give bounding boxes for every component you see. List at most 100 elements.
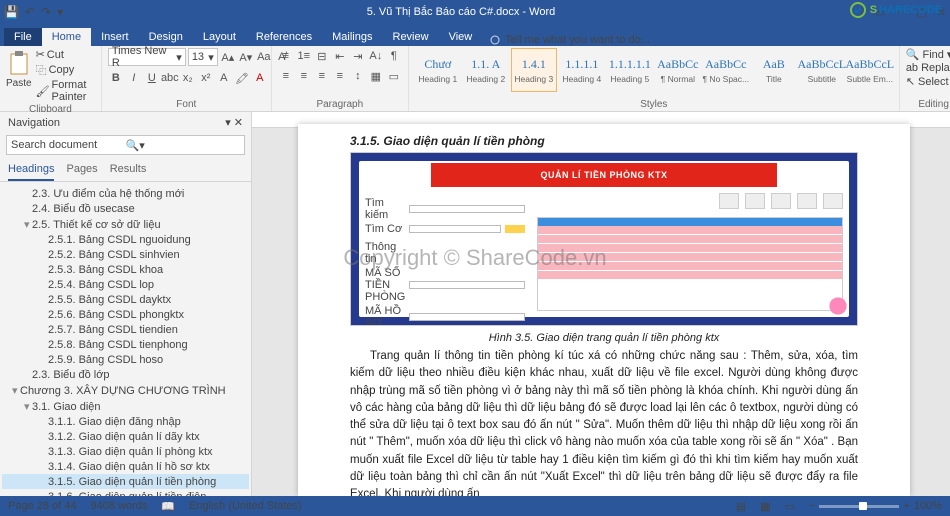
web-layout-icon[interactable]: ▭ <box>785 500 795 513</box>
tab-references[interactable]: References <box>246 28 322 46</box>
tab-file[interactable]: File <box>4 28 42 46</box>
highlight-icon[interactable]: 🖍 <box>234 70 250 86</box>
strike-icon[interactable]: abc <box>162 70 178 86</box>
nav-tree[interactable]: 2.3. Ưu điểm của hệ thống mới2.4. Biểu đ… <box>0 182 251 496</box>
underline-icon[interactable]: U <box>144 70 160 86</box>
nav-item[interactable]: 3.1.3. Giao diện quản lí phòng ktx <box>2 444 249 459</box>
zoom-slider[interactable]: − + 100% <box>809 500 942 512</box>
zoom-out-icon[interactable]: − <box>809 500 815 512</box>
nav-item[interactable]: 3.1.2. Giao diện quản lí dãy ktx <box>2 429 249 444</box>
style-subtitle[interactable]: AaBbCcLSubtitle <box>799 48 845 92</box>
dec-indent-icon[interactable]: ⇤ <box>332 48 348 64</box>
borders-icon[interactable]: ▭ <box>386 68 402 84</box>
print-layout-icon[interactable]: ▦ <box>760 500 770 513</box>
nav-item[interactable]: 2.5.3. Bảng CSDL khoa <box>2 262 249 277</box>
page-indicator[interactable]: Page 28 of 44 <box>8 500 77 512</box>
font-name-select[interactable]: Times New R▾ <box>108 48 186 66</box>
style-heading-1[interactable]: ChươHeading 1 <box>415 48 461 92</box>
nav-item[interactable]: 2.3. Ưu điểm của hệ thống mới <box>2 186 249 201</box>
select-button[interactable]: ↖Select▾ <box>906 75 950 88</box>
nav-search-input[interactable]: Search document 🔍▾ <box>6 135 245 155</box>
nav-item[interactable]: 2.5.1. Bảng CSDL nguoidung <box>2 232 249 247</box>
multilevel-icon[interactable]: ⊟ <box>314 48 330 64</box>
nav-tab-pages[interactable]: Pages <box>66 161 97 181</box>
subscript-icon[interactable]: x₂ <box>180 70 196 86</box>
font-size-select[interactable]: 13▾ <box>188 48 218 66</box>
qat-more-icon[interactable]: ▾ <box>57 5 63 19</box>
tab-design[interactable]: Design <box>139 28 193 46</box>
style-heading-2[interactable]: 1.1. AHeading 2 <box>463 48 509 92</box>
italic-icon[interactable]: I <box>126 70 142 86</box>
nav-item[interactable]: 3.1.5. Giao diện quản lí tiền phòng <box>2 474 249 489</box>
shrink-font-icon[interactable]: A▾ <box>238 49 254 65</box>
nav-item[interactable]: 2.5.5. Bảng CSDL dayktx <box>2 292 249 307</box>
nav-item[interactable]: 3.1.6. Giao diện quản lí tiền điện <box>2 489 249 496</box>
style--normal[interactable]: AaBbCc¶ Normal <box>655 48 701 92</box>
zoom-level[interactable]: 100% <box>914 500 942 512</box>
save-icon[interactable]: 💾 <box>4 5 19 19</box>
style-heading-5[interactable]: 1.1.1.1.1Heading 5 <box>607 48 653 92</box>
replace-button[interactable]: abReplace <box>906 62 950 74</box>
read-mode-icon[interactable]: ▤ <box>736 500 746 513</box>
spell-check-icon[interactable]: 📖 <box>161 500 175 513</box>
tab-review[interactable]: Review <box>383 28 439 46</box>
style-heading-3[interactable]: 1.4.1Heading 3 <box>511 48 557 92</box>
nav-item[interactable]: 2.3. Biểu đồ lớp <box>2 367 249 382</box>
find-button[interactable]: 🔍Find▾ <box>906 48 950 61</box>
nav-close-icon[interactable]: ▾ ✕ <box>225 116 243 129</box>
nav-item[interactable]: ▾Chương 3. XÂY DỰNG CHƯƠNG TRÌNH <box>2 382 249 398</box>
inc-indent-icon[interactable]: ⇥ <box>350 48 366 64</box>
style-heading-4[interactable]: 1.1.1.1Heading 4 <box>559 48 605 92</box>
nav-tab-results[interactable]: Results <box>110 161 147 181</box>
page[interactable]: 3.1.5. Giao diện quản lí tiền phòng QUẢN… <box>298 124 910 496</box>
font-color-icon[interactable]: A <box>252 70 268 86</box>
line-spacing-icon[interactable]: ↕ <box>350 68 366 84</box>
tab-layout[interactable]: Layout <box>193 28 246 46</box>
status-bar: Page 28 of 44 9408 words 📖 English (Unit… <box>0 496 950 516</box>
nav-item[interactable]: ▾2.5. Thiết kế cơ sở dữ liệu <box>2 216 249 232</box>
word-count[interactable]: 9408 words <box>91 500 148 512</box>
cut-button[interactable]: ✂Cut <box>36 48 95 61</box>
superscript-icon[interactable]: x² <box>198 70 214 86</box>
zoom-in-icon[interactable]: + <box>903 500 909 512</box>
tell-me[interactable]: Tell me what you want to do... <box>490 34 650 46</box>
nav-item[interactable]: 2.5.6. Bảng CSDL phongktx <box>2 307 249 322</box>
style--no-spac-[interactable]: AaBbCc¶ No Spac... <box>703 48 749 92</box>
tab-mailings[interactable]: Mailings <box>322 28 382 46</box>
sort-icon[interactable]: A↓ <box>368 48 384 64</box>
nav-item[interactable]: 3.1.1. Giao diện đăng nhập <box>2 414 249 429</box>
show-marks-icon[interactable]: ¶ <box>386 48 402 64</box>
align-left-icon[interactable]: ≡ <box>278 68 294 84</box>
nav-item[interactable]: ▾3.1. Giao diện <box>2 398 249 414</box>
tab-home[interactable]: Home <box>42 28 91 46</box>
nav-item[interactable]: 2.5.7. Bảng CSDL tiendien <box>2 322 249 337</box>
paste-button[interactable]: Paste <box>6 48 32 89</box>
style-title[interactable]: AaBTitle <box>751 48 797 92</box>
redo-icon[interactable]: ↷ <box>41 5 51 19</box>
format-painter-button[interactable]: 🖌Format Painter <box>36 79 95 103</box>
nav-item[interactable]: 2.5.9. Bảng CSDL hoso <box>2 352 249 367</box>
change-case-icon[interactable]: Aa <box>256 49 272 65</box>
nav-item[interactable]: 3.1.4. Giao diện quản lí hồ sơ ktx <box>2 459 249 474</box>
nav-item[interactable]: 2.5.4. Bảng CSDL lop <box>2 277 249 292</box>
tab-view[interactable]: View <box>439 28 483 46</box>
nav-item[interactable]: 2.5.2. Bảng CSDL sinhvien <box>2 247 249 262</box>
copy-button[interactable]: ⿻Copy <box>36 62 95 78</box>
align-center-icon[interactable]: ≡ <box>296 68 312 84</box>
shading-icon[interactable]: ▦ <box>368 68 384 84</box>
justify-icon[interactable]: ≡ <box>332 68 348 84</box>
undo-icon[interactable]: ↶ <box>25 5 35 19</box>
styles-gallery[interactable]: ChươHeading 11.1. AHeading 21.4.1Heading… <box>415 48 893 92</box>
tab-insert[interactable]: Insert <box>91 28 139 46</box>
grow-font-icon[interactable]: A▴ <box>220 49 236 65</box>
numbering-icon[interactable]: 1≡ <box>296 48 312 64</box>
align-right-icon[interactable]: ≡ <box>314 68 330 84</box>
nav-tab-headings[interactable]: Headings <box>8 161 54 181</box>
nav-item[interactable]: 2.5.8. Bảng CSDL tienphong <box>2 337 249 352</box>
bullets-icon[interactable]: ≡ <box>278 48 294 64</box>
bold-icon[interactable]: B <box>108 70 124 86</box>
text-effects-icon[interactable]: A <box>216 70 232 86</box>
nav-item[interactable]: 2.4. Biểu đồ usecase <box>2 201 249 216</box>
language-indicator[interactable]: English (United States) <box>189 500 302 512</box>
style-subtle-em-[interactable]: AaBbCcLSubtle Em... <box>847 48 893 92</box>
